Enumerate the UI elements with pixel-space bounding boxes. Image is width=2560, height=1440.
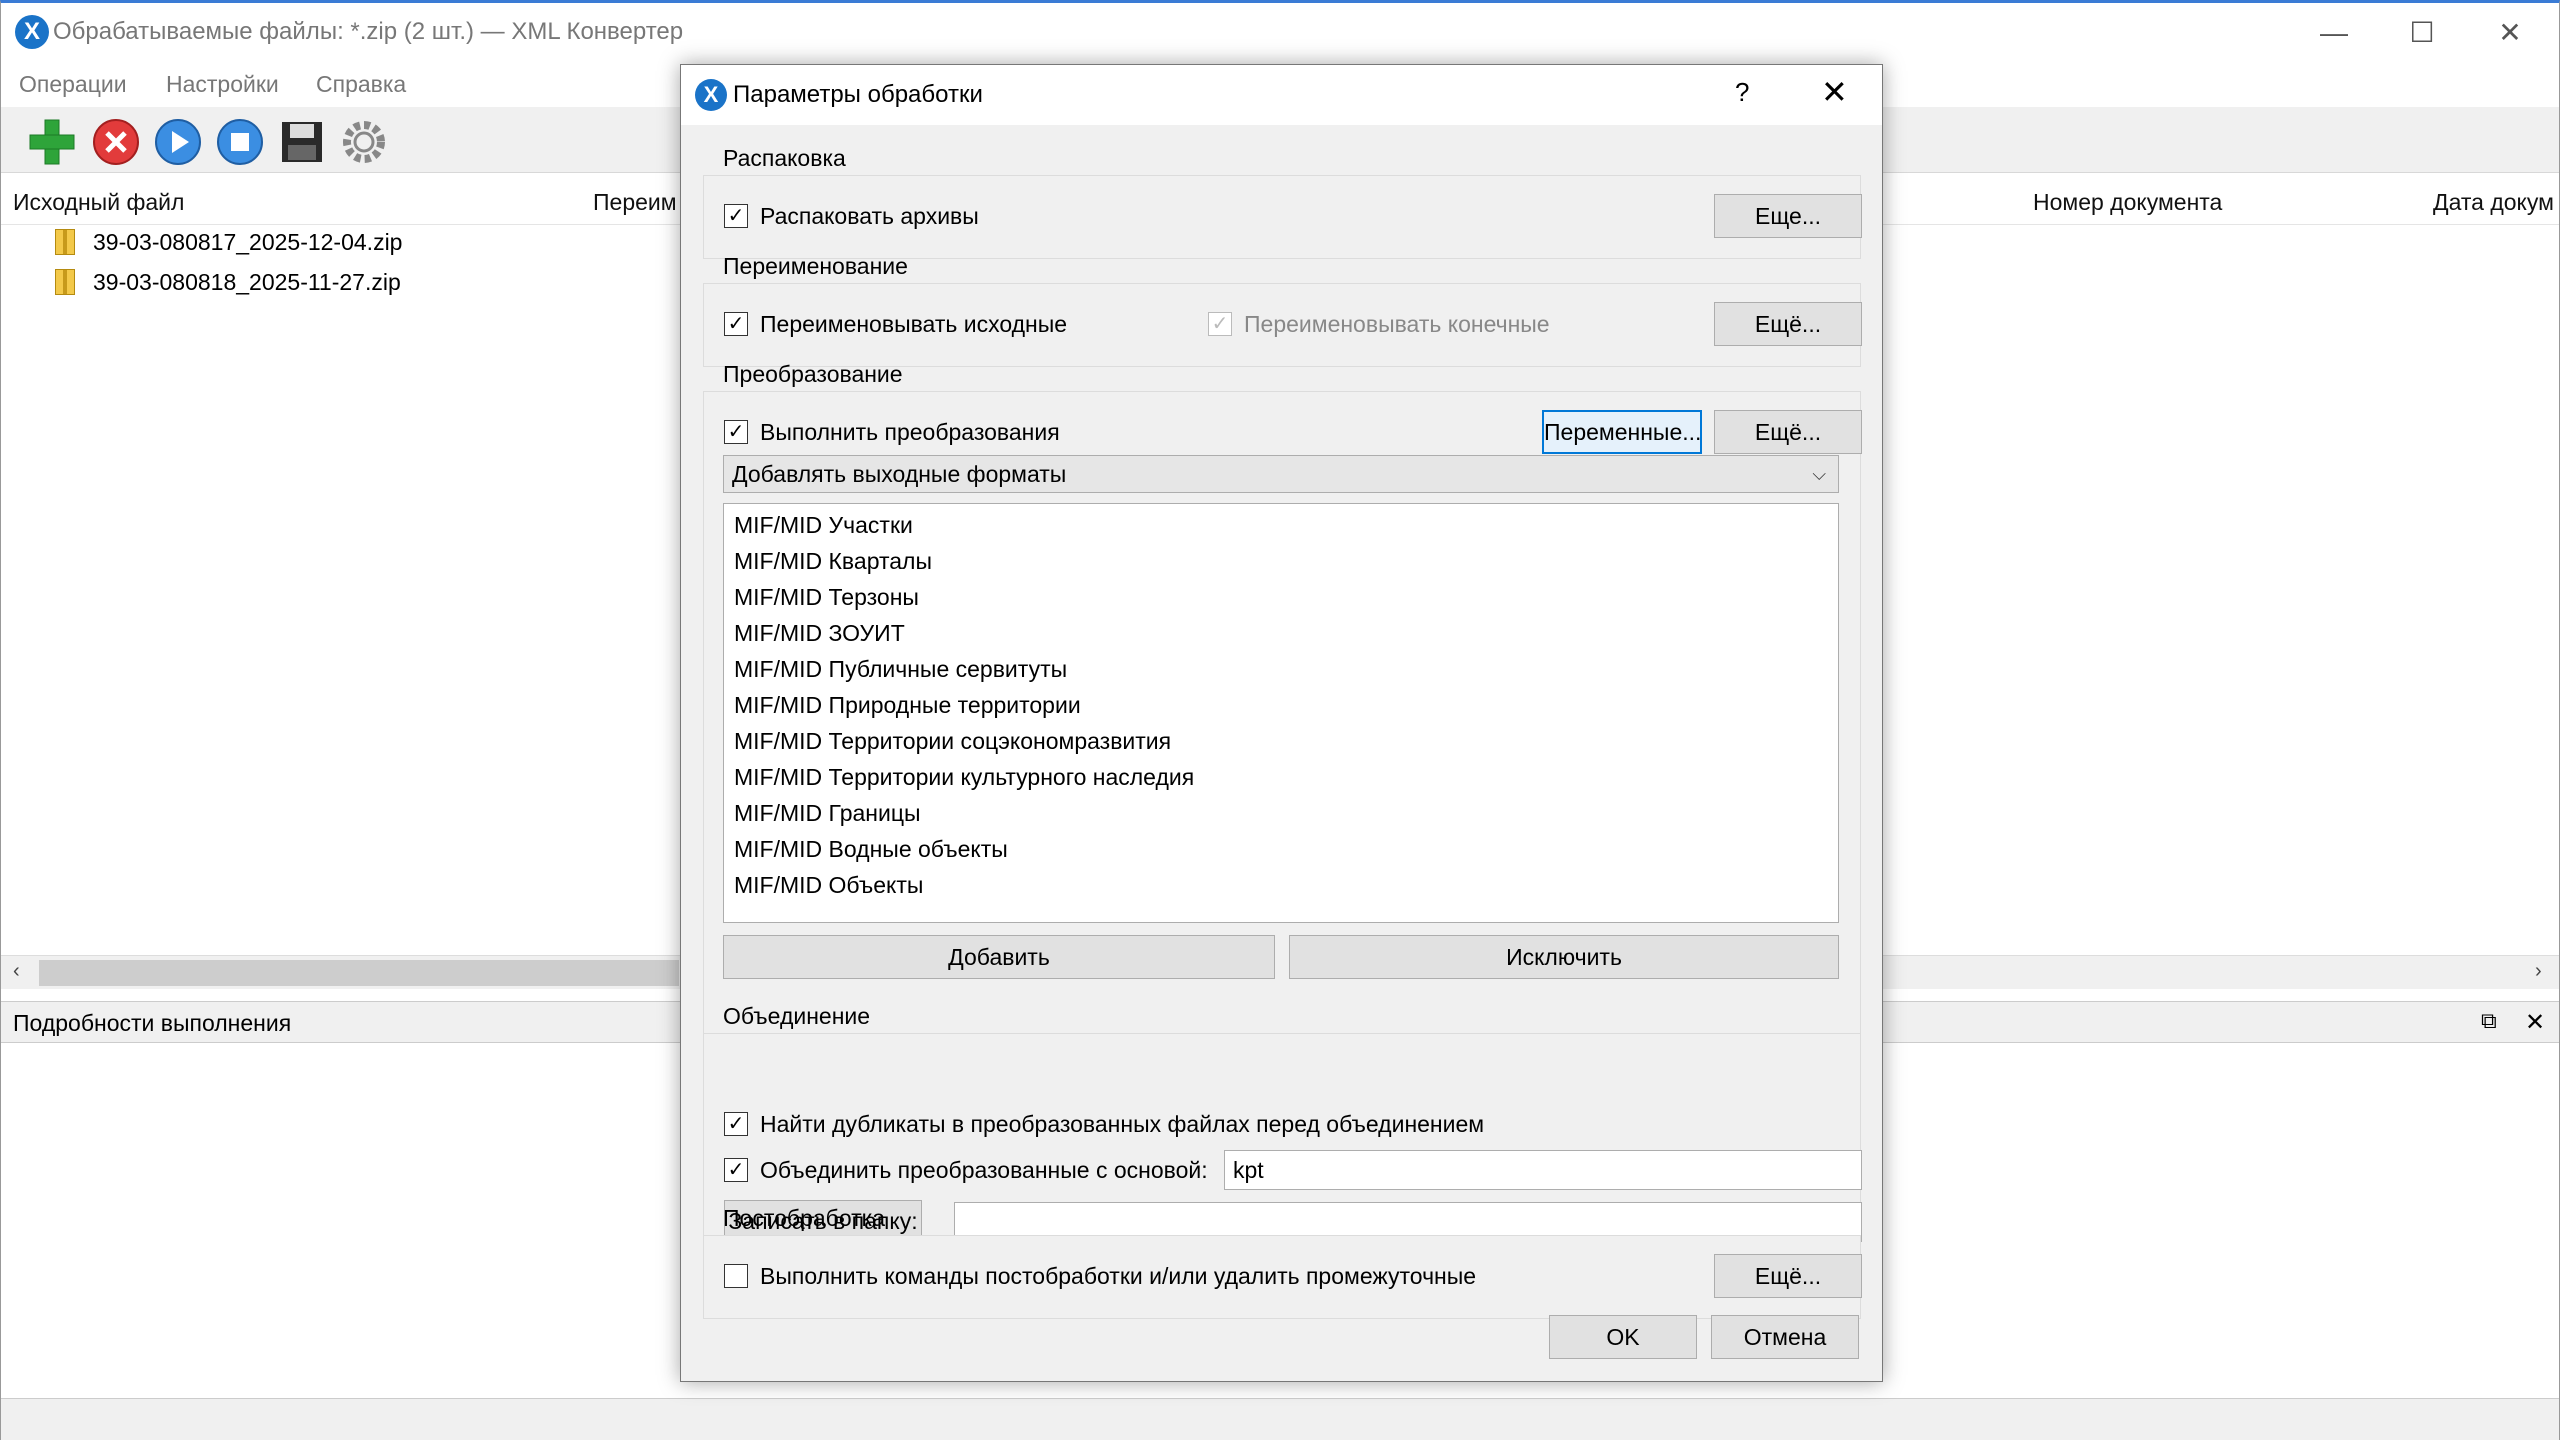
list-item[interactable]: MIF/MID Объекты [734, 872, 923, 899]
help-icon[interactable]: ? [1735, 77, 1749, 108]
add-files-button[interactable] [27, 117, 77, 167]
cancel-button[interactable]: Отмена [1711, 1315, 1859, 1359]
transform-group-title: Преобразование [723, 361, 903, 387]
file-name: 39-03-080818_2025-11-27.zip [93, 269, 401, 295]
column-document-number[interactable]: Номер документа [2033, 189, 2222, 216]
select-value: Добавлять выходные форматы [732, 461, 1067, 487]
menu-help[interactable]: Справка [316, 71, 406, 98]
checkbox-unchecked-icon [724, 1264, 748, 1288]
checkbox-checked-icon: ✓ [1208, 312, 1232, 336]
app-icon: X [15, 15, 49, 49]
list-item[interactable]: MIF/MID Границы [734, 800, 921, 827]
file-name: 39-03-080817_2025-12-04.zip [93, 229, 403, 255]
run-transform-checkbox[interactable]: ✓ Выполнить преобразования [724, 416, 1224, 448]
remove-files-button[interactable] [91, 117, 141, 167]
checkbox-checked-icon: ✓ [724, 420, 748, 444]
rename-source-checkbox[interactable]: ✓ Переименовывать исходные [724, 308, 1204, 340]
cancel-icon [93, 119, 139, 165]
stop-button[interactable] [215, 117, 265, 167]
checkbox-checked-icon: ✓ [724, 1112, 748, 1136]
checkbox-label: Выполнить преобразования [760, 419, 1060, 445]
column-source-file[interactable]: Исходный файл [13, 189, 184, 216]
stop-icon [217, 119, 263, 165]
close-window-button[interactable]: ✕ [2465, 9, 2555, 57]
processing-parameters-dialog: X Параметры обработки ? ✕ Распаковка ✓ Р… [680, 64, 1883, 1382]
menu-operations[interactable]: Операции [19, 71, 127, 98]
output-format-mode-select[interactable]: Добавлять выходные форматы ⌵ [723, 455, 1839, 493]
list-item[interactable]: MIF/MID Территории соцэкономразвития [734, 728, 1171, 755]
chevron-down-icon: ⌵ [1812, 464, 1826, 484]
dialog-close-icon[interactable]: ✕ [1821, 73, 1848, 111]
checkbox-checked-icon: ✓ [724, 312, 748, 336]
unpack-group-title: Распаковка [723, 145, 846, 171]
rename-more-button[interactable]: Ещё... [1714, 302, 1862, 346]
merge-group-title: Объединение [723, 1003, 871, 1029]
scroll-left-icon[interactable]: ‹ [13, 960, 20, 983]
checkbox-label: Выполнить команды постобработки и/или уд… [760, 1263, 1477, 1289]
plus-icon [29, 119, 75, 165]
save-button[interactable] [277, 117, 327, 167]
zip-archive-icon [55, 269, 75, 295]
list-item[interactable]: MIF/MID Кварталы [734, 548, 932, 575]
play-icon [155, 119, 201, 165]
rename-group-title: Переименование [723, 253, 908, 279]
checkbox-checked-icon: ✓ [724, 1158, 748, 1182]
unpack-archives-checkbox[interactable]: ✓ Распаковать архивы [724, 200, 1324, 232]
checkbox-label: Переименовывать исходные [760, 311, 1068, 337]
dialog-app-icon: X [695, 79, 727, 111]
checkbox-label: Найти дубликаты в преобразованных файлах… [760, 1111, 1485, 1137]
variables-button[interactable]: Переменные... [1542, 410, 1702, 454]
post-group: Выполнить команды постобработки и/или уд… [703, 1235, 1862, 1319]
transform-more-button[interactable]: Ещё... [1714, 410, 1862, 454]
post-processing-checkbox[interactable]: Выполнить команды постобработки и/или уд… [724, 1260, 1704, 1292]
status-bar [1, 1398, 2559, 1440]
merge-base-input[interactable]: kpt [1224, 1150, 1862, 1190]
zip-archive-icon [55, 229, 75, 255]
maximize-button[interactable]: ☐ [2377, 9, 2467, 57]
scrollbar-thumb[interactable] [39, 960, 679, 986]
checkbox-label: Переименовывать конечные [1244, 311, 1550, 337]
unpack-more-button[interactable]: Еще... [1714, 194, 1862, 238]
menu-settings[interactable]: Настройки [166, 71, 279, 98]
column-document-date[interactable]: Дата докум [2433, 189, 2554, 216]
find-duplicates-checkbox[interactable]: ✓ Найти дубликаты в преобразованных файл… [724, 1108, 1724, 1140]
checkbox-label: Распаковать архивы [760, 203, 979, 229]
window-title: Обрабатываемые файлы: *.zip (2 шт.) — XM… [53, 18, 684, 45]
output-formats-list[interactable]: MIF/MID Участки MIF/MID Кварталы MIF/MID… [723, 503, 1839, 923]
list-item[interactable]: MIF/MID Публичные сервитуты [734, 656, 1067, 683]
merge-with-base-checkbox[interactable]: ✓ Объединить преобразованные с основой: [724, 1154, 1224, 1186]
rename-group: ✓ Переименовывать исходные ✓ Переименовы… [703, 283, 1862, 367]
column-rename[interactable]: Переим [593, 189, 677, 216]
close-panel-icon[interactable]: ✕ [2525, 1008, 2545, 1037]
rename-target-checkbox[interactable]: ✓ Переименовывать конечные [1208, 308, 1628, 340]
exclude-format-button[interactable]: Исключить [1289, 935, 1839, 979]
list-item[interactable]: MIF/MID Природные территории [734, 692, 1081, 719]
start-button[interactable] [153, 117, 203, 167]
floppy-disk-icon [282, 122, 322, 162]
list-item[interactable]: MIF/MID ЗОУИТ [734, 620, 905, 647]
post-more-button[interactable]: Ещё... [1714, 1254, 1862, 1298]
list-item[interactable]: MIF/MID Терзоны [734, 584, 919, 611]
scroll-right-icon[interactable]: › [2535, 960, 2542, 983]
list-item[interactable]: MIF/MID Участки [734, 512, 913, 539]
details-title: Подробности выполнения [13, 1010, 292, 1036]
ok-button[interactable]: OK [1549, 1315, 1697, 1359]
restore-panel-icon[interactable]: ⧉ [2481, 1008, 2497, 1034]
checkbox-label: Объединить преобразованные с основой: [760, 1157, 1208, 1183]
dialog-title-bar: X Параметры обработки ? ✕ [681, 65, 1882, 125]
minimize-button[interactable]: — [2289, 9, 2379, 57]
unpack-group: ✓ Распаковать архивы Еще... [703, 175, 1862, 259]
list-item[interactable]: MIF/MID Территории культурного наследия [734, 764, 1194, 791]
list-item[interactable]: MIF/MID Водные объекты [734, 836, 1008, 863]
add-format-button[interactable]: Добавить [723, 935, 1275, 979]
gear-icon [343, 121, 385, 163]
post-group-title: Постобработка [723, 1205, 885, 1231]
dialog-title: Параметры обработки [733, 81, 983, 108]
title-bar: X Обрабатываемые файлы: *.zip (2 шт.) — … [1, 3, 2559, 61]
checkbox-checked-icon: ✓ [724, 204, 748, 228]
settings-button[interactable] [339, 117, 389, 167]
